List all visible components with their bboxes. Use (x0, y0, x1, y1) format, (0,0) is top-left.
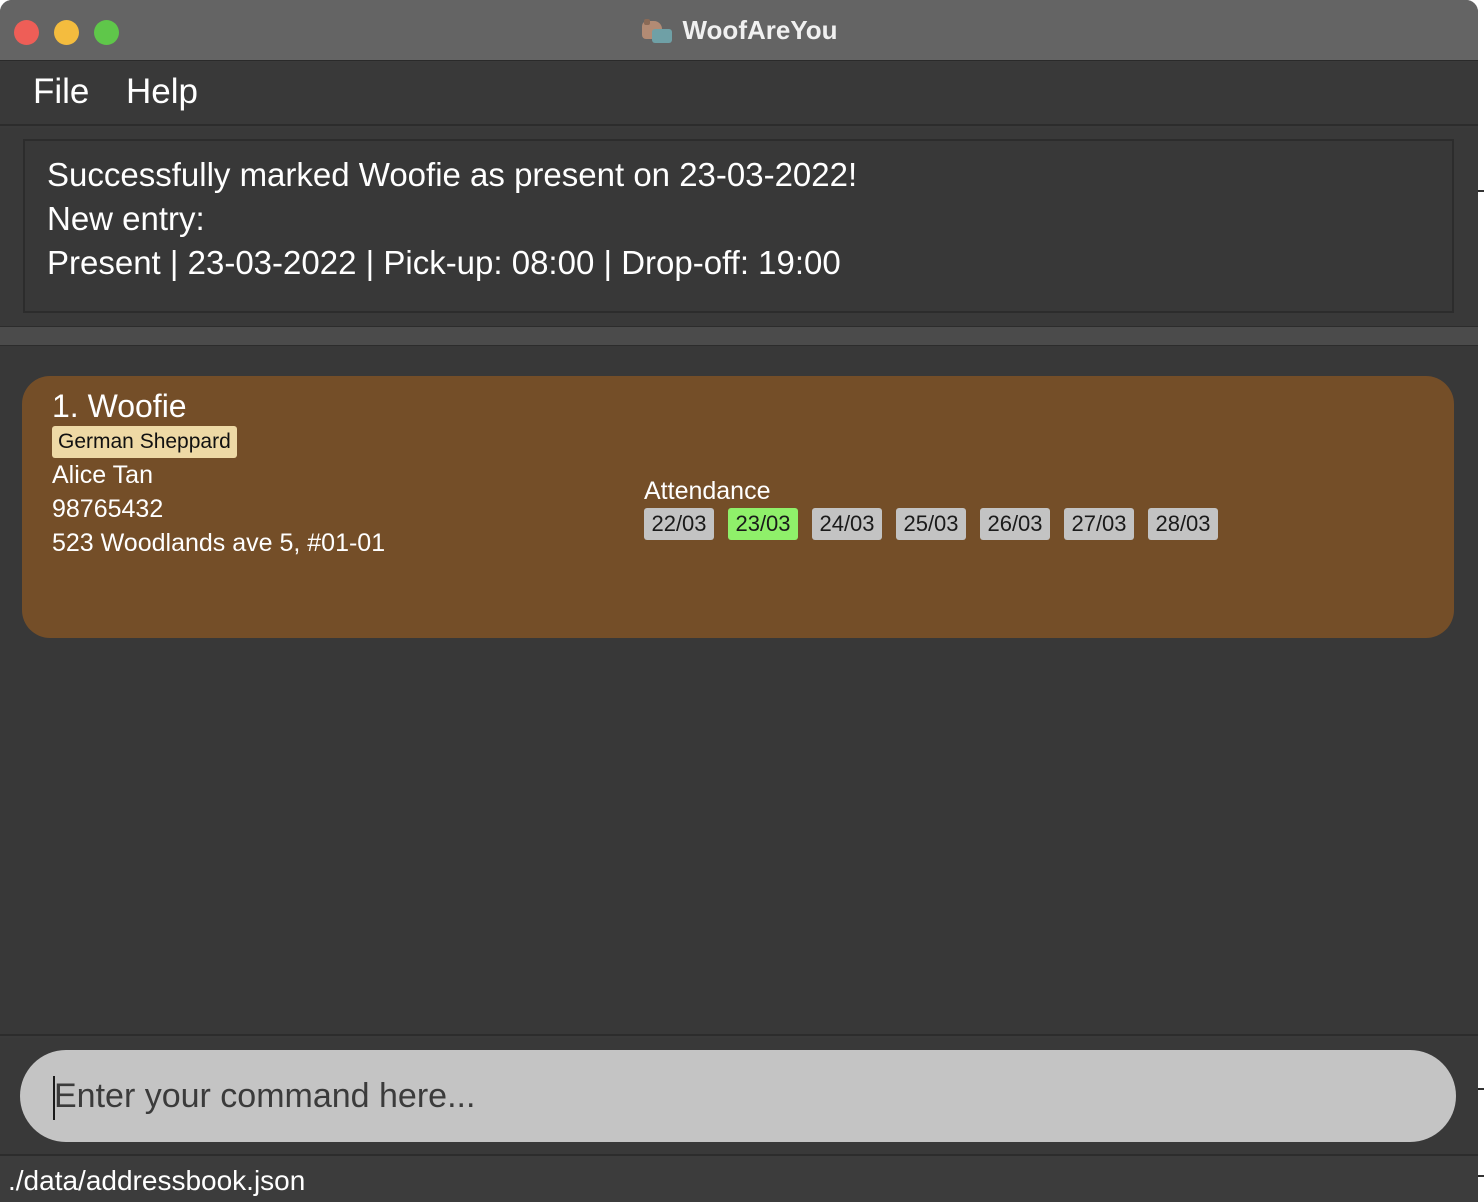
breed-tag: German Sheppard (52, 426, 237, 458)
attendance-day-22-03: 22/03 (644, 508, 714, 540)
window-edge-mark (1478, 1088, 1484, 1090)
panel-splitter[interactable] (0, 326, 1478, 346)
title-bar[interactable]: WoofAreYou (0, 0, 1478, 61)
attendance-label: Attendance (644, 477, 771, 505)
status-bar: ./data/addressbook.json (0, 1154, 1478, 1202)
result-message-line: New entry: (47, 200, 205, 237)
attendance-day-23-03: 23/03 (728, 508, 798, 540)
window-title: WoofAreYou (682, 15, 838, 45)
status-file-path: ./data/addressbook.json (8, 1165, 306, 1196)
result-display[interactable]: Successfully marked Woofie as present on… (23, 139, 1454, 313)
window-title-group: WoofAreYou (0, 0, 1478, 61)
dog-app-icon (640, 17, 673, 45)
owner-name: Alice Tan (52, 461, 153, 489)
menu-help[interactable]: Help (126, 72, 198, 112)
window-edge-mark (1478, 190, 1484, 192)
command-box-area (0, 1038, 1478, 1154)
menu-file[interactable]: File (33, 72, 89, 112)
attendance-day-26-03: 26/03 (980, 508, 1050, 540)
command-input[interactable] (20, 1050, 1456, 1142)
window-edge-mark (1478, 1175, 1484, 1177)
result-message-line: Successfully marked Woofie as present on… (47, 156, 858, 193)
attendance-day-24-03: 24/03 (812, 508, 882, 540)
attendance-day-25-03: 25/03 (896, 508, 966, 540)
pet-index-name: 1. Woofie (52, 388, 187, 424)
attendance-day-27-03: 27/03 (1064, 508, 1134, 540)
result-message-line: Present | 23-03-2022 | Pick-up: 08:00 | … (47, 244, 841, 281)
pet-list-panel[interactable]: 1. Woofie German Sheppard Alice Tan 9876… (0, 346, 1478, 1036)
text-caret (53, 1076, 55, 1120)
pet-card[interactable]: 1. Woofie German Sheppard Alice Tan 9876… (22, 376, 1454, 638)
menu-bar: File Help (0, 62, 1478, 126)
attendance-days: 22/03 23/03 24/03 25/03 26/03 27/03 28/0… (644, 508, 1218, 540)
attendance-day-28-03: 28/03 (1148, 508, 1218, 540)
owner-phone: 98765432 (52, 495, 164, 523)
result-display-panel: Successfully marked Woofie as present on… (0, 128, 1478, 326)
app-window: WoofAreYou File Help Successfully marked… (0, 0, 1478, 1202)
owner-address: 523 Woodlands ave 5, #01-01 (52, 529, 386, 557)
